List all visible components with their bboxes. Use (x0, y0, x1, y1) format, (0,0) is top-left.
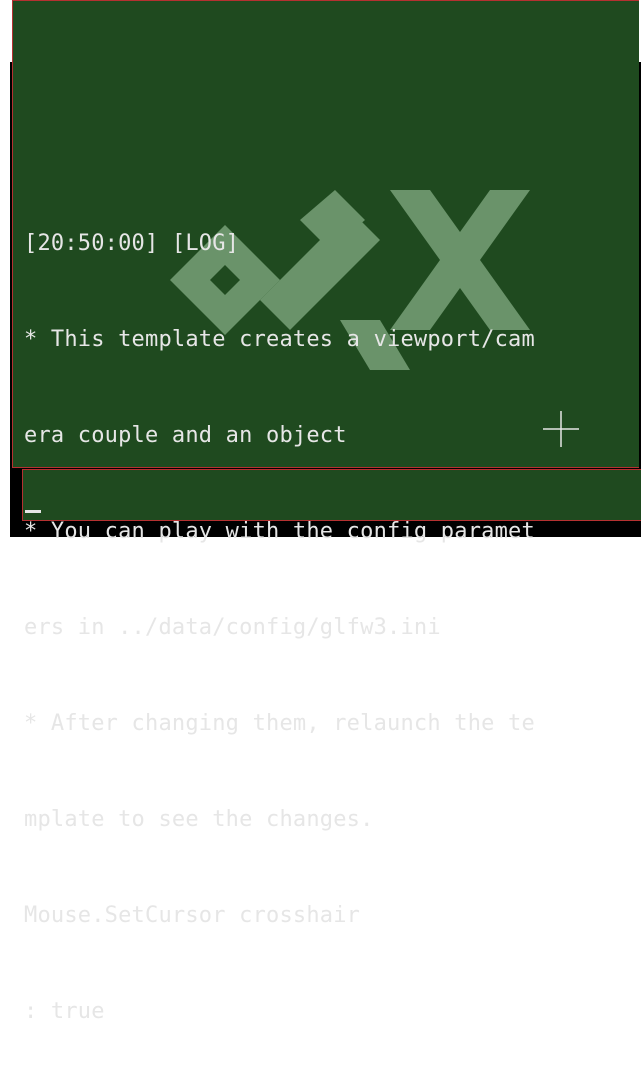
log-line: ers in ../data/config/glfw3.ini (24, 615, 441, 640)
log-line: : true (24, 999, 105, 1024)
log-line: mplate to see the changes. (24, 807, 374, 832)
crosshair-cursor-icon (543, 411, 579, 447)
text-caret (25, 510, 41, 513)
log-line: * After changing them, relaunch the te (24, 711, 535, 736)
console-input[interactable] (22, 469, 641, 521)
log-line: * This template creates a viewport/cam (24, 327, 535, 352)
app-window: [20:50:00] [LOG] * This template creates… (0, 0, 641, 1024)
log-line: [20:50:00] [LOG] (24, 231, 240, 256)
log-output: [20:50:00] [LOG] * This template creates… (24, 164, 639, 1074)
log-line: Mouse.SetCursor crosshair (24, 903, 361, 928)
